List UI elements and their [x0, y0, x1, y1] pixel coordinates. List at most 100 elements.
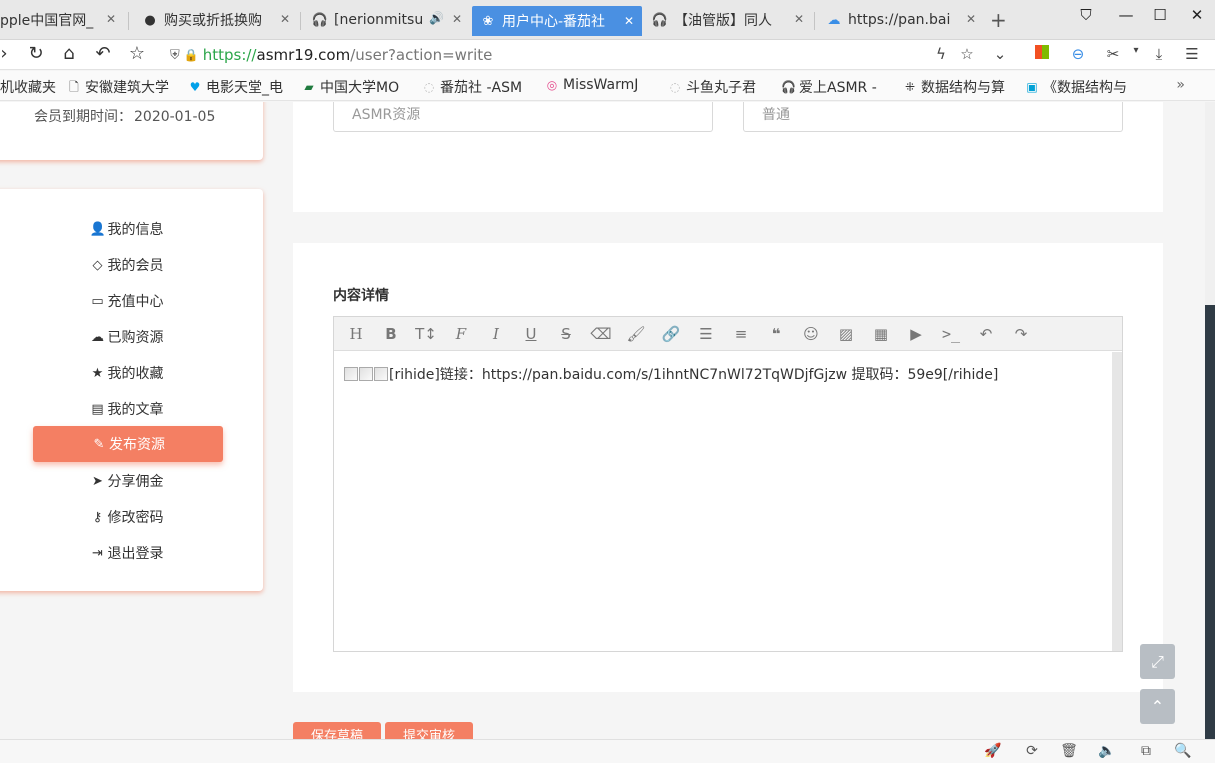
window-close-icon[interactable]: ✕ [1183, 6, 1211, 24]
forward-icon[interactable]: › [0, 43, 16, 64]
shirt-icon[interactable]: ⛉ [1072, 6, 1100, 24]
menu-item-label: 充值中心 [107, 294, 164, 310]
undo-close-icon[interactable]: ↶ [91, 43, 115, 64]
trash-icon[interactable]: 🗑 [1059, 743, 1079, 759]
video-icon[interactable]: ▶ [905, 323, 927, 345]
new-tab-button[interactable]: + [990, 8, 1007, 32]
bookmark-item[interactable]: ◎ MissWarmJ [545, 77, 655, 93]
menu-item-articles[interactable]: ▤ 我的文章 [0, 391, 263, 427]
tab-youtube-doujin[interactable]: 🎧 【油管版】同人 ✕ [644, 4, 812, 36]
reload-icon[interactable]: ↻ [24, 43, 48, 64]
close-icon[interactable]: ✕ [794, 12, 804, 26]
menu-item-recharge[interactable]: ▭ 充值中心 [0, 283, 263, 319]
save-draft-button[interactable]: 保存草稿 [293, 722, 381, 739]
page-scrollbar-thumb[interactable] [1205, 305, 1215, 739]
speaker-icon[interactable]: 🔊 [429, 11, 444, 25]
editor-scrollbar[interactable] [1112, 352, 1122, 651]
align-left-icon[interactable]: ≡ [730, 323, 752, 345]
list-icon[interactable]: ☰ [695, 323, 717, 345]
code-icon[interactable]: >_ [940, 323, 962, 345]
menu-item-logout[interactable]: ⇥ 退出登录 [0, 535, 263, 571]
bookmark-item[interactable]: ▣ 《数据结构与 [1025, 77, 1137, 97]
undo-icon[interactable]: ↶ [975, 323, 997, 345]
bookmark-item[interactable]: 机收藏夹 [0, 77, 62, 97]
menu-item-my-info[interactable]: 👤 我的信息 [0, 211, 263, 247]
rocket-icon[interactable]: 🚀 [983, 743, 1003, 759]
close-icon[interactable]: ✕ [966, 12, 976, 26]
refresh-icon[interactable]: ⟳ [1022, 743, 1042, 759]
pencil-icon: ✎ [93, 436, 105, 452]
bookmark-item[interactable]: 🗋 安徽建筑大学 [67, 77, 179, 97]
home-icon[interactable]: ⌂ [57, 43, 81, 64]
quote-icon[interactable]: ❝ [765, 323, 787, 345]
redo-icon[interactable]: ↷ [1010, 323, 1032, 345]
broken-image-icon [374, 367, 388, 381]
menu-item-publish[interactable]: ✎ 发布资源 [33, 426, 223, 462]
close-icon[interactable]: ✕ [106, 12, 116, 26]
maximize-icon[interactable]: ☐ [1146, 6, 1174, 24]
tab-label: pple中国官网_ [0, 13, 94, 29]
table-icon[interactable]: ▦ [870, 323, 892, 345]
lightning-icon[interactable]: ϟ [929, 45, 953, 63]
bold-icon[interactable]: B [380, 323, 402, 345]
menu-item-favorites[interactable]: ★ 我的收藏 [0, 355, 263, 391]
extension-icon[interactable]: ⊖ [1066, 45, 1090, 63]
strikethrough-icon[interactable]: S [555, 323, 577, 345]
back-to-top-icon[interactable]: ⌃ [1140, 689, 1175, 724]
brush-icon[interactable]: 🖌 [625, 323, 647, 345]
eraser-icon[interactable]: ⌫ [590, 323, 612, 345]
zoom-icon[interactable]: 🔍 [1173, 743, 1193, 759]
font-icon[interactable]: F [450, 323, 472, 345]
bookmark-item[interactable]: ◌ 斗鱼丸子君 [668, 77, 766, 97]
tab-user-center[interactable]: ❀ 用户中心-番茄社 ✕ [472, 6, 642, 36]
menu-item-membership[interactable]: ◇ 我的会员 [0, 247, 263, 283]
bookmark-item[interactable]: 🎧 爱上ASMR - [781, 77, 887, 97]
text-size-icon[interactable]: T↕ [415, 323, 437, 345]
expire-label: 会员到期时间： [34, 109, 132, 125]
link-icon[interactable]: 🔗 [660, 323, 682, 345]
download-icon[interactable]: ⤓ [1147, 45, 1171, 63]
bookmark-item[interactable]: ♥ 电影天堂_电 [188, 77, 288, 97]
bookmark-item[interactable]: ▰ 中国大学MO [302, 77, 410, 97]
bookmark-label: 爱上ASMR - [799, 80, 877, 96]
caret-down-icon[interactable]: ▾ [1124, 45, 1148, 56]
page-viewport: 会员到期时间： 2020-01-05 👤 我的信息 ◇ 我的会员 ▭ 充值中心 ☁ 已购资… [0, 102, 1205, 739]
level-value: 普通 [762, 107, 790, 123]
volume-icon[interactable]: 🔈 [1097, 743, 1117, 759]
bookmark-label: 番茄社 -ASM [440, 80, 523, 96]
bookmark-item[interactable]: ◌ 番茄社 -ASM [422, 77, 534, 97]
scissors-icon[interactable]: ✂ [1101, 45, 1125, 63]
apps-grid-icon[interactable] [1030, 45, 1054, 63]
italic-icon[interactable]: I [485, 323, 507, 345]
category-select[interactable]: ASMR资源 [333, 102, 713, 132]
menu-item-password[interactable]: ⚷ 修改密码 [0, 499, 263, 535]
fullscreen-icon[interactable]: ⤢ [1140, 644, 1175, 679]
favorite-star-icon[interactable]: ☆ [955, 45, 979, 63]
image-icon[interactable]: ▨ [835, 323, 857, 345]
menu-item-purchased[interactable]: ☁ 已购资源 [0, 319, 263, 355]
tab-baidu-pan[interactable]: ☁ https://pan.bai ✕ [818, 4, 984, 36]
close-icon[interactable]: ✕ [280, 12, 290, 26]
editor-textarea[interactable]: [rihide]链接：https://pan.baidu.com/s/1ihnt… [334, 352, 1112, 651]
nodes-icon: ⁜ [904, 80, 916, 94]
menu-item-label: 分享佣金 [107, 474, 164, 490]
tab-apple-tradein[interactable]: ● 购买或折抵换购 ✕ [134, 4, 298, 36]
minimize-icon[interactable]: — [1112, 6, 1140, 24]
bookmark-item[interactable]: ⁜ 数据结构与算 [903, 77, 1011, 97]
level-select[interactable]: 普通 [743, 102, 1123, 132]
close-icon[interactable]: ✕ [624, 14, 634, 28]
emoji-icon[interactable]: ☺ [800, 323, 822, 345]
menu-item-commission[interactable]: ➤ 分享佣金 [0, 463, 263, 499]
bookmarks-overflow-icon[interactable]: » [1176, 77, 1185, 93]
tab-nerionmitsu[interactable]: 🎧 [nerionmitsu 🔊 ✕ [304, 4, 470, 36]
menu-icon[interactable]: ☰ [1180, 45, 1204, 63]
underline-icon[interactable]: U [520, 323, 542, 345]
chevron-down-icon[interactable]: ⌄ [988, 45, 1012, 63]
close-icon[interactable]: ✕ [452, 12, 462, 26]
window-icon[interactable]: ⧉ [1136, 743, 1156, 759]
url-bar[interactable]: ⛨ 🔒 https://asmr19.com/user?action=write [170, 44, 930, 66]
heading-icon[interactable]: H [345, 323, 367, 345]
bookmark-star-icon[interactable]: ☆ [125, 43, 149, 64]
tab-apple-china[interactable]: pple中国官网_ ✕ [0, 4, 124, 36]
submit-review-button[interactable]: 提交审核 [385, 722, 473, 739]
